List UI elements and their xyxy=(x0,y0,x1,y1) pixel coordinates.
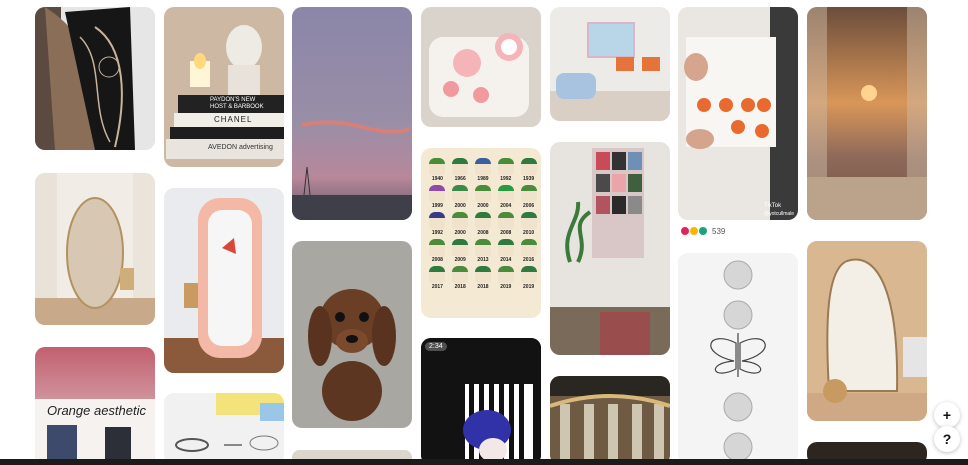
joker-item: 1939 xyxy=(518,158,539,182)
joker-item: 2017 xyxy=(427,266,448,290)
joker-item: 2018 xyxy=(450,266,471,290)
books-candle-image xyxy=(164,7,284,167)
add-button[interactable]: + xyxy=(934,402,960,428)
joker-item: 2000 xyxy=(473,185,494,209)
sketch-image xyxy=(164,393,284,465)
smile-icon xyxy=(690,227,698,235)
reaction-count: 539 xyxy=(712,226,726,236)
sunset-window-image xyxy=(807,7,927,220)
joker-item: 2009 xyxy=(450,239,471,263)
joker-item: 1992 xyxy=(495,158,516,182)
pin-mirror-room[interactable] xyxy=(35,173,155,325)
joker-item: 2006 xyxy=(518,185,539,209)
tea-tray-image xyxy=(421,7,541,127)
tiktok-user: @yotcullmale xyxy=(764,211,795,217)
orange-aesthetic-title: Orange aesthetic xyxy=(47,403,147,418)
bottom-bar xyxy=(0,459,968,465)
wall-collage-image xyxy=(550,142,670,355)
joker-item: 2000 xyxy=(450,185,471,209)
pin-sketch-bottom[interactable] xyxy=(164,393,284,465)
book-title-4: AVEDON advertising xyxy=(208,144,273,151)
joker-grid: 1940 1966 1989 1992 1939 1999 2000 2000 … xyxy=(427,158,539,290)
joker-item: 1999 xyxy=(427,185,448,209)
pin-dachshund-puppy[interactable] xyxy=(292,241,412,428)
joker-item: 2013 xyxy=(473,239,494,263)
living-room-image xyxy=(550,7,670,121)
reaction-bar[interactable]: 539 xyxy=(681,225,725,237)
tiktok-label: TikTok xyxy=(764,203,782,209)
video-duration-badge: 2:34 xyxy=(425,342,447,351)
joker-item: 2014 xyxy=(495,239,516,263)
pin-pink-mirror[interactable] xyxy=(164,188,284,373)
pin-orange-aesthetic[interactable]: Orange aesthetic xyxy=(35,347,155,465)
question-icon: ? xyxy=(942,431,952,447)
heart-icon xyxy=(681,227,689,235)
book-title-1: PAYDON'S NEW xyxy=(210,97,256,103)
book-title-2: HOST & BARBOOK xyxy=(210,104,264,110)
pin-tattoo-arm[interactable] xyxy=(35,7,155,150)
joker-item: 1989 xyxy=(473,158,494,182)
help-button[interactable]: ? xyxy=(934,426,960,452)
joker-item: 1940 xyxy=(427,158,448,182)
pin-sunset-window[interactable] xyxy=(807,7,927,220)
joker-item: 2018 xyxy=(473,266,494,290)
joker-item: 2019 xyxy=(495,266,516,290)
pin-living-room[interactable] xyxy=(550,7,670,121)
pin-books-candle[interactable]: PAYDON'S NEW HOST & BARBOOK CHANEL AVEDO… xyxy=(164,7,284,167)
pin-stripe-art[interactable]: 2:34 xyxy=(421,338,541,465)
tattoo-image xyxy=(35,7,155,150)
pin-tea-tray[interactable] xyxy=(421,7,541,127)
star-icon xyxy=(699,227,707,235)
pin-arched-mirror[interactable] xyxy=(807,241,927,421)
pin-tiktok-folding[interactable]: TikTok @yotcullmale xyxy=(678,7,798,220)
pin-joker-evolution[interactable]: 1940 1966 1989 1992 1939 1999 2000 2000 … xyxy=(421,148,541,318)
pin-sunset-sky[interactable] xyxy=(292,7,412,220)
arched-mirror-image xyxy=(807,241,927,421)
mirror-room-image xyxy=(35,173,155,325)
joker-item: 2008 xyxy=(473,212,494,236)
joker-item: 2016 xyxy=(518,239,539,263)
plus-icon: + xyxy=(942,407,952,423)
joker-item: 2008 xyxy=(495,212,516,236)
palace-hall-image xyxy=(550,376,670,465)
joker-item: 1966 xyxy=(450,158,471,182)
tiktok-folding-image xyxy=(678,7,798,220)
pin-wall-collage[interactable] xyxy=(550,142,670,355)
sunset-sky-image xyxy=(292,7,412,220)
pin-palace-hall[interactable] xyxy=(550,376,670,465)
joker-item: 2008 xyxy=(427,239,448,263)
pink-mirror-image xyxy=(164,188,284,373)
joker-item: 2010 xyxy=(518,212,539,236)
stripe-art-image xyxy=(421,338,541,465)
puppy-image xyxy=(292,241,412,428)
book-title-3: CHANEL xyxy=(214,115,253,124)
joker-item: 2004 xyxy=(495,185,516,209)
joker-item: 2000 xyxy=(450,212,471,236)
pin-moon-butterfly[interactable] xyxy=(678,253,798,465)
joker-item: 2019 xyxy=(518,266,539,290)
joker-item: 1992 xyxy=(427,212,448,236)
moon-butterfly-image xyxy=(678,253,798,465)
